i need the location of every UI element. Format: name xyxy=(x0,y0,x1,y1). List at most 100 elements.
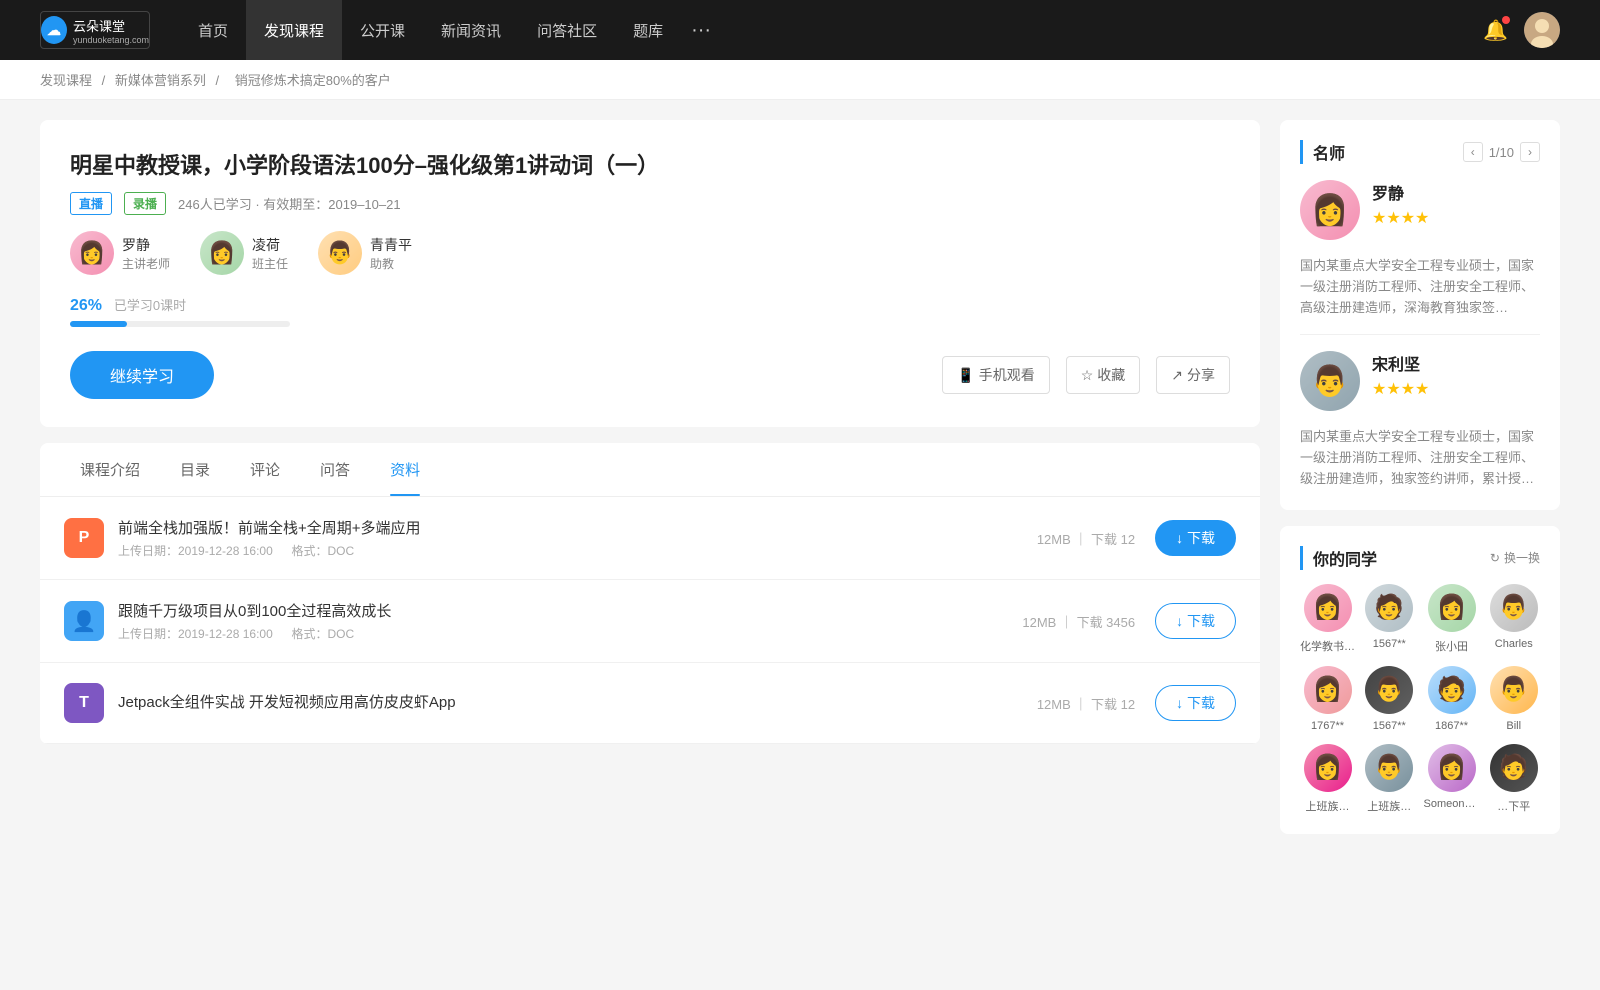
classmate-avatar-6[interactable]: 🧑 xyxy=(1428,666,1476,714)
classmate-5: 👨 1567** xyxy=(1363,666,1416,732)
nav-discover[interactable]: 发现课程 xyxy=(246,0,342,60)
nav-home[interactable]: 首页 xyxy=(180,0,246,60)
tab-qa[interactable]: 问答 xyxy=(300,443,370,496)
file-date-0: 上传日期：2019-12-28 16:00 xyxy=(118,544,273,558)
classmate-6: 🧑 1867** xyxy=(1424,666,1480,732)
classmate-avatar-3[interactable]: 👨 xyxy=(1490,584,1538,632)
file-date-1: 上传日期：2019-12-28 16:00 xyxy=(118,627,273,641)
action-collect-label: 收藏 xyxy=(1097,365,1125,385)
action-share[interactable]: ↗ 分享 xyxy=(1156,356,1230,394)
teacher-1: 👩 凌荷 班主任 xyxy=(200,231,288,275)
progress-bar-fill xyxy=(70,321,127,327)
teacher-info-2: 青青平 助教 xyxy=(370,235,412,272)
badge-live: 直播 xyxy=(70,192,112,215)
nav-more[interactable]: ··· xyxy=(681,19,721,42)
classmate-name-8: 上班族… xyxy=(1306,798,1350,814)
nav-quiz[interactable]: 题库 xyxy=(615,0,681,60)
file-info-2: Jetpack全组件实战 开发短视频应用高仿皮皮虾App xyxy=(118,691,1037,716)
refresh-button[interactable]: ↻ 换一换 xyxy=(1490,549,1540,566)
course-title: 明星中教授课，小学阶段语法100分–强化级第1讲动词（一） xyxy=(70,148,1230,180)
right-teacher-1: 👨 宋利坚 ★★★★ xyxy=(1300,351,1540,411)
classmate-avatar-2[interactable]: 👩 xyxy=(1428,584,1476,632)
right-teacher-avatar-0: 👩 xyxy=(1300,180,1360,240)
classmate-avatar-1[interactable]: 🧑 xyxy=(1365,584,1413,632)
divider xyxy=(1300,334,1540,335)
left-panel: 明星中教授课，小学阶段语法100分–强化级第1讲动词（一） 直播 录播 246人… xyxy=(40,120,1260,834)
classmate-avatar-0[interactable]: 👩 xyxy=(1304,584,1352,632)
classmate-3: 👨 Charles xyxy=(1488,584,1541,654)
classmate-name-2: 张小田 xyxy=(1435,638,1468,654)
star-icon: ☆ xyxy=(1081,367,1094,384)
nav-qa[interactable]: 问答社区 xyxy=(519,0,615,60)
classmate-avatar-7[interactable]: 👨 xyxy=(1490,666,1538,714)
classmate-avatar-11[interactable]: 🧑 xyxy=(1490,744,1538,792)
download-button-2[interactable]: ↓ 下载 xyxy=(1155,685,1236,721)
tab-comment[interactable]: 评论 xyxy=(230,443,300,496)
classmate-4: 👩 1767** xyxy=(1300,666,1355,732)
right-teacher-name-0: 罗静 xyxy=(1372,180,1429,204)
progress-section: 26% 已学习0课时 xyxy=(70,295,1230,327)
progress-bar-bg xyxy=(70,321,290,327)
right-teacher-detail-0: 罗静 ★★★★ xyxy=(1372,180,1429,228)
teacher-avatar-1: 👩 xyxy=(200,231,244,275)
classmate-9: 👨 上班族… xyxy=(1363,744,1416,814)
teacher-name-0: 罗静 xyxy=(122,235,170,255)
course-actions: 继续学习 📱 手机观看 ☆ 收藏 ↗ 分享 xyxy=(70,351,1230,399)
action-phone[interactable]: 📱 手机观看 xyxy=(942,356,1049,394)
teachers-prev[interactable]: ‹ xyxy=(1463,142,1483,162)
classmate-7: 👨 Bill xyxy=(1488,666,1541,732)
download-button-0[interactable]: ↓ 下载 xyxy=(1155,520,1236,556)
file-format-1: 格式：DOC xyxy=(291,627,354,641)
action-phone-label: 手机观看 xyxy=(979,365,1035,385)
teacher-name-2: 青青平 xyxy=(370,235,412,255)
teacher-role-0: 主讲老师 xyxy=(122,255,170,272)
classmate-name-10: Someone… xyxy=(1424,798,1480,810)
classmates-header: 你的同学 ↻ 换一换 xyxy=(1300,546,1540,570)
right-teacher-0: 👩 罗静 ★★★★ xyxy=(1300,180,1540,240)
classmate-avatar-8[interactable]: 👩 xyxy=(1304,744,1352,792)
breadcrumb-series[interactable]: 新媒体营销系列 xyxy=(115,73,206,88)
teacher-role-2: 助教 xyxy=(370,255,412,272)
nav-open[interactable]: 公开课 xyxy=(342,0,423,60)
breadcrumb-discover[interactable]: 发现课程 xyxy=(40,73,92,88)
badge-record: 录播 xyxy=(124,192,166,215)
course-card: 明星中教授课，小学阶段语法100分–强化级第1讲动词（一） 直播 录播 246人… xyxy=(40,120,1260,427)
logo-text: 云朵课堂 xyxy=(73,19,125,34)
tab-materials[interactable]: 资料 xyxy=(370,443,440,496)
teacher-avatar-0: 👩 xyxy=(70,231,114,275)
bell-icon[interactable]: 🔔 xyxy=(1483,18,1508,43)
classmate-name-6: 1867** xyxy=(1435,720,1468,732)
teachers-next[interactable]: › xyxy=(1520,142,1540,162)
action-collect[interactable]: ☆ 收藏 xyxy=(1066,356,1141,394)
tab-catalog[interactable]: 目录 xyxy=(160,443,230,496)
classmate-name-7: Bill xyxy=(1506,720,1521,732)
file-meta-0: 上传日期：2019-12-28 16:00 格式：DOC xyxy=(118,542,1037,559)
classmate-name-9: 上班族… xyxy=(1367,798,1411,814)
classmate-avatar-9[interactable]: 👨 xyxy=(1365,744,1413,792)
teachers-header: 名师 ‹ 1/10 › xyxy=(1300,140,1540,164)
classmate-avatar-10[interactable]: 👩 xyxy=(1428,744,1476,792)
file-icon-0: P xyxy=(64,518,104,558)
continue-button[interactable]: 继续学习 xyxy=(70,351,214,399)
progress-label: 26% xyxy=(70,297,102,314)
teacher-role-1: 班主任 xyxy=(252,255,288,272)
user-avatar[interactable] xyxy=(1524,12,1560,48)
teacher-info-0: 罗静 主讲老师 xyxy=(122,235,170,272)
tab-intro[interactable]: 课程介绍 xyxy=(60,443,160,496)
classmate-avatar-5[interactable]: 👨 xyxy=(1365,666,1413,714)
nav-news[interactable]: 新闻资讯 xyxy=(423,0,519,60)
course-meta: 直播 录播 246人已学习 · 有效期至：2019–10–21 xyxy=(70,192,1230,215)
refresh-label: 换一换 xyxy=(1504,549,1540,566)
refresh-icon: ↻ xyxy=(1490,551,1500,565)
tab-content: P 前端全栈加强版！前端全栈+全周期+多端应用 上传日期：2019-12-28 … xyxy=(40,497,1260,744)
notification-dot xyxy=(1502,16,1510,24)
nav-right: 🔔 xyxy=(1483,12,1560,48)
classmates-title: 你的同学 xyxy=(1300,546,1377,570)
download-button-1[interactable]: ↓ 下载 xyxy=(1155,603,1236,639)
right-teacher-avatar-1: 👨 xyxy=(1300,351,1360,411)
classmate-avatar-4[interactable]: 👩 xyxy=(1304,666,1352,714)
action-share-label: 分享 xyxy=(1187,365,1215,385)
classmate-0: 👩 化学教书… xyxy=(1300,584,1355,654)
logo[interactable]: ☁ 云朵课堂 yunduoketang.com xyxy=(40,11,150,49)
breadcrumb: 发现课程 / 新媒体营销系列 / 销冠修炼术搞定80%的客户 xyxy=(0,60,1600,100)
